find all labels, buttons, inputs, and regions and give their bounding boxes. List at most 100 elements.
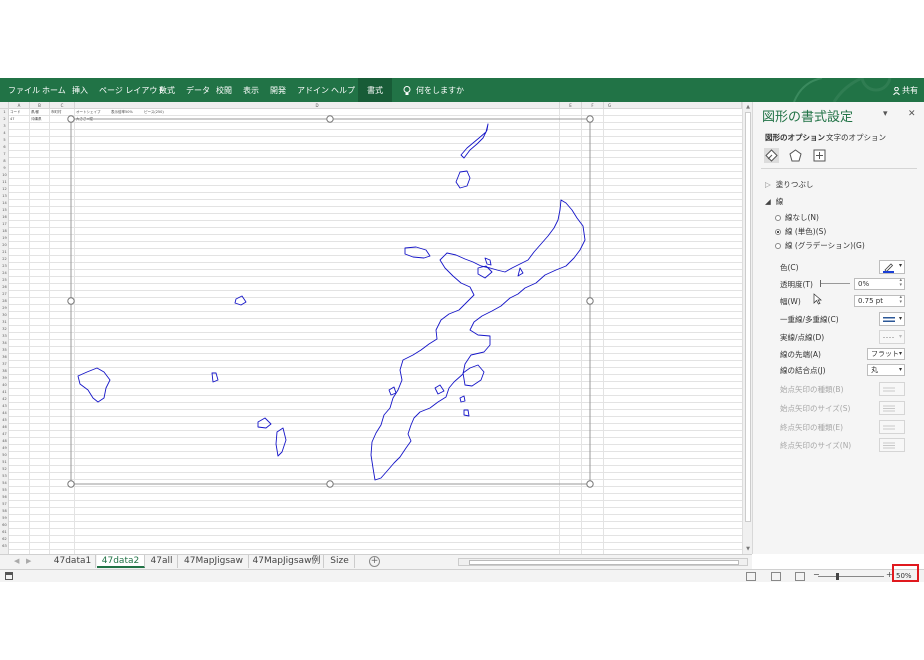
line-width-input[interactable]: 0.75 pt ▴ ▾ <box>854 295 905 307</box>
row-header[interactable]: 14 <box>0 200 9 207</box>
row-header[interactable]: 10 <box>0 172 9 179</box>
join-type-dropdown[interactable]: 丸 ▾ <box>867 364 905 376</box>
row-header[interactable]: 22 <box>0 256 9 263</box>
row-header[interactable]: 39 <box>0 375 9 382</box>
row-header[interactable]: 36 <box>0 354 9 361</box>
column-header-g[interactable]: G <box>604 102 742 109</box>
close-icon[interactable]: ✕ <box>908 109 916 119</box>
row-header[interactable]: 47 <box>0 431 9 438</box>
dash-type-dropdown[interactable]: ▾ <box>879 330 905 344</box>
row-header[interactable]: 9 <box>0 165 9 172</box>
column-header-d[interactable]: D <box>75 102 560 109</box>
tell-me-box[interactable]: 何をしますか <box>403 78 464 102</box>
row-header[interactable]: 5 <box>0 137 9 144</box>
tab-file[interactable]: ファイル <box>8 78 40 102</box>
row-header[interactable]: 48 <box>0 438 9 445</box>
row-header[interactable]: 15 <box>0 207 9 214</box>
tab-view[interactable]: 表示 <box>243 78 259 102</box>
row-header[interactable]: 4 <box>0 130 9 137</box>
transparency-slider[interactable] <box>820 283 850 284</box>
row-header[interactable]: 11 <box>0 179 9 186</box>
row-header[interactable]: 21 <box>0 249 9 256</box>
row-header[interactable]: 57 <box>0 501 9 508</box>
cap-type-dropdown[interactable]: フラット ▾ <box>867 348 905 360</box>
tab-format[interactable]: 書式 <box>358 78 392 102</box>
radio-no-line[interactable]: 線なし(N) <box>775 212 819 223</box>
row-header[interactable]: 16 <box>0 214 9 221</box>
column-header-f[interactable]: F <box>582 102 604 109</box>
cell-c1[interactable]: 市町村 <box>51 110 62 115</box>
row-header[interactable]: 24 <box>0 270 9 277</box>
row-header[interactable]: 41 <box>0 389 9 396</box>
zoom-out-icon[interactable]: − <box>813 570 820 579</box>
tab-help[interactable]: ヘルプ <box>331 78 355 102</box>
page-layout-view-icon[interactable] <box>771 572 781 581</box>
horizontal-scrollbar[interactable] <box>458 558 748 566</box>
row-header[interactable]: 23 <box>0 263 9 270</box>
fill-and-line-icon[interactable] <box>764 148 779 163</box>
row-header[interactable]: 37 <box>0 361 9 368</box>
row-header[interactable]: 7 <box>0 151 9 158</box>
sheet-tab-47all[interactable]: 47all <box>146 555 178 568</box>
macro-record-icon[interactable] <box>5 572 13 580</box>
sheet-tab-size[interactable]: Size <box>325 555 355 568</box>
row-header[interactable]: 3 <box>0 123 9 130</box>
row-header[interactable]: 35 <box>0 347 9 354</box>
cell-d1-piece-note[interactable]: ピース(250) <box>144 110 164 115</box>
row-header[interactable]: 44 <box>0 410 9 417</box>
row-header[interactable]: 43 <box>0 403 9 410</box>
tab-text-options[interactable]: 文字のオプション <box>826 132 886 143</box>
row-header[interactable]: 38 <box>0 368 9 375</box>
add-sheet-button[interactable]: + <box>369 556 380 567</box>
tab-addins[interactable]: アドイン <box>297 78 329 102</box>
line-color-picker[interactable]: ▾ <box>879 260 905 274</box>
effects-icon[interactable] <box>788 148 803 163</box>
row-header[interactable]: 18 <box>0 228 9 235</box>
vertical-scroll-thumb[interactable] <box>745 112 751 522</box>
row-header[interactable]: 40 <box>0 382 9 389</box>
row-header[interactable]: 12 <box>0 186 9 193</box>
tab-review[interactable]: 校閲 <box>216 78 232 102</box>
tab-formulas[interactable]: 数式 <box>159 78 175 102</box>
row-header[interactable]: 25 <box>0 277 9 284</box>
row-header[interactable]: 61 <box>0 529 9 536</box>
sheet-tab-47data1[interactable]: 47data1 <box>50 555 96 568</box>
zoom-slider-knob[interactable] <box>836 573 839 580</box>
radio-solid-line[interactable]: 線 (単色)(S) <box>775 226 826 237</box>
page-break-preview-icon[interactable] <box>795 572 805 581</box>
row-header[interactable]: 51 <box>0 459 9 466</box>
horizontal-scroll-thumb[interactable] <box>469 560 739 565</box>
spinner-icon[interactable]: ▴ ▾ <box>899 278 902 288</box>
row-header[interactable]: 28 <box>0 298 9 305</box>
row-header[interactable]: 45 <box>0 417 9 424</box>
row-header[interactable]: 50 <box>0 452 9 459</box>
row-header[interactable]: 63 <box>0 543 9 550</box>
row-header[interactable]: 55 <box>0 487 9 494</box>
end-arrow-type-dropdown[interactable] <box>879 420 905 434</box>
column-header-e[interactable]: E <box>560 102 582 109</box>
begin-arrow-size-dropdown[interactable] <box>879 401 905 415</box>
row-header[interactable]: 53 <box>0 473 9 480</box>
prev-sheet-arrow-icon[interactable]: ◀ <box>14 557 19 565</box>
row-header[interactable]: 49 <box>0 445 9 452</box>
tab-home[interactable]: ホーム <box>42 78 66 102</box>
row-header[interactable]: 26 <box>0 284 9 291</box>
cell-b1[interactable]: 県/都 <box>31 110 39 115</box>
spinner-icon[interactable]: ▴ ▾ <box>899 295 902 305</box>
normal-view-icon[interactable] <box>746 572 756 581</box>
row-header[interactable]: 52 <box>0 466 9 473</box>
row-header[interactable]: 54 <box>0 480 9 487</box>
begin-arrow-type-dropdown[interactable] <box>879 382 905 396</box>
tab-data[interactable]: データ <box>186 78 210 102</box>
compound-type-dropdown[interactable]: ▾ <box>879 312 905 326</box>
sheet-tab-47mapjigsaw-example[interactable]: 47MapJigsaw例 <box>250 555 324 568</box>
row-header[interactable]: 60 <box>0 522 9 529</box>
cell-d2[interactable]: 大きさ×縦 <box>76 117 93 122</box>
row-header[interactable]: 13 <box>0 193 9 200</box>
row-header[interactable]: 31 <box>0 319 9 326</box>
tab-shape-options[interactable]: 図形のオプション <box>765 132 825 143</box>
line-section-header[interactable]: ◢ 線 <box>765 196 783 207</box>
end-arrow-size-dropdown[interactable] <box>879 438 905 452</box>
radio-gradient-line[interactable]: 線 (グラデーション)(G) <box>775 240 865 251</box>
cell-d1[interactable]: オートシェイプ <box>76 110 101 115</box>
